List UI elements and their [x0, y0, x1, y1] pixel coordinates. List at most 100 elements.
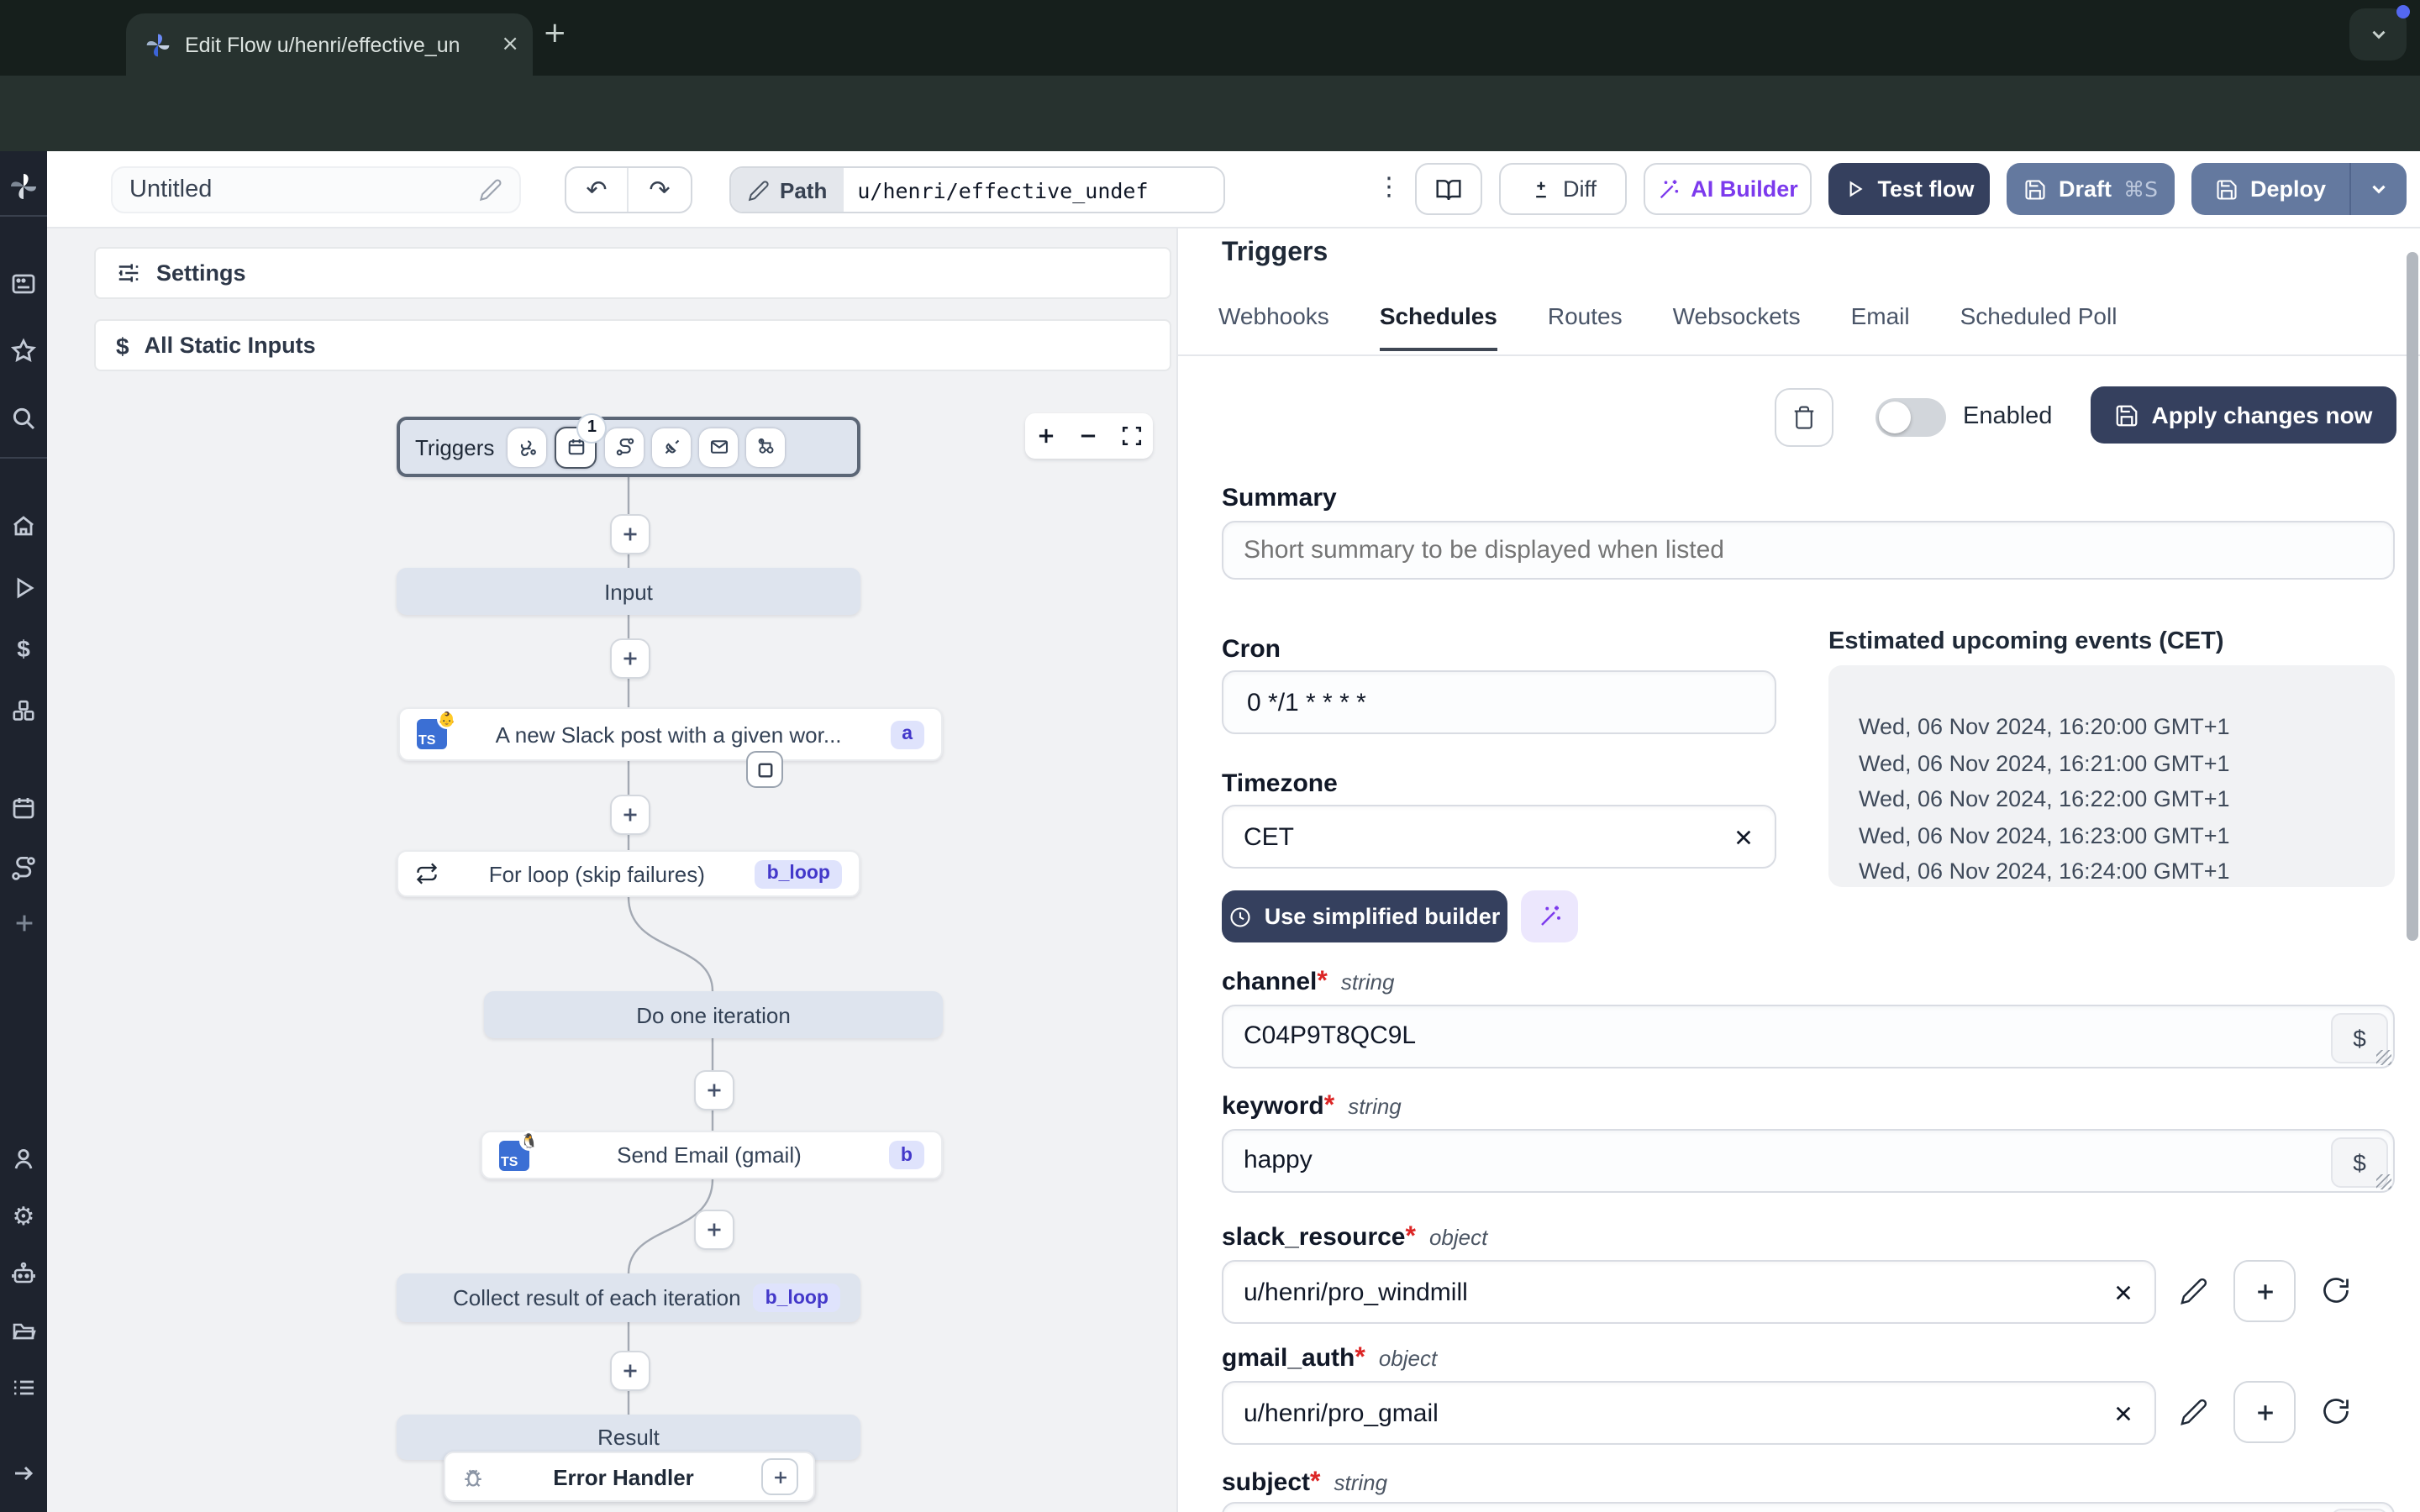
- ai-builder-button[interactable]: AI Builder: [1644, 163, 1812, 215]
- clear-x-icon[interactable]: [2112, 1281, 2134, 1303]
- docs-button[interactable]: [1415, 163, 1482, 215]
- email-step-node[interactable]: TS 🐧 Send Email (gmail) b: [481, 1130, 943, 1179]
- webhook-trigger-icon[interactable]: [508, 428, 547, 466]
- iteration-node[interactable]: Do one iteration: [484, 991, 943, 1038]
- refresh-resource-icon[interactable]: [2321, 1275, 2351, 1305]
- panel-scrollbar[interactable]: [2407, 252, 2418, 941]
- forloop-step-label: For loop (skip failures): [488, 861, 705, 886]
- redo-button[interactable]: ↷: [629, 168, 691, 212]
- diff-button[interactable]: Diff: [1499, 163, 1627, 215]
- edit-pencil-icon[interactable]: [479, 178, 502, 202]
- tab-email[interactable]: Email: [1851, 302, 1910, 351]
- gmail-auth-input[interactable]: u/henri/pro_gmail: [1222, 1381, 2156, 1445]
- sidebar-item-add[interactable]: [0, 902, 47, 942]
- sidebar-item-settings[interactable]: ⚙: [0, 1196, 47, 1236]
- sidebar-item-folders[interactable]: [0, 1310, 47, 1351]
- new-tab-button[interactable]: +: [543, 17, 567, 50]
- more-options-kebab-icon[interactable]: ⋮: [1376, 171, 1402, 202]
- collect-result-node[interactable]: Collect result of each iteration b_loop: [397, 1273, 860, 1322]
- zoom-in-icon[interactable]: [1035, 425, 1057, 447]
- error-handler-node[interactable]: Error Handler: [444, 1452, 815, 1502]
- slack-resource-input[interactable]: u/henri/pro_windmill: [1222, 1260, 2156, 1324]
- scheduled-poll-trigger-icon[interactable]: [746, 428, 786, 466]
- sidebar-item-resources[interactable]: [0, 690, 47, 731]
- add-step-button[interactable]: [694, 1210, 734, 1250]
- zoom-out-icon[interactable]: [1078, 425, 1100, 447]
- input-node[interactable]: Input: [397, 568, 860, 615]
- triggers-node[interactable]: Triggers 1: [397, 412, 860, 477]
- draft-button[interactable]: Draft ⌘S: [2007, 163, 2175, 215]
- clear-x-icon[interactable]: [1733, 826, 1754, 848]
- sidebar-item-search[interactable]: [0, 398, 47, 438]
- add-step-button[interactable]: [610, 638, 650, 679]
- add-step-button[interactable]: [610, 514, 650, 554]
- tab-routes[interactable]: Routes: [1548, 302, 1623, 351]
- add-step-button[interactable]: [694, 1070, 734, 1110]
- add-resource-button[interactable]: [2233, 1381, 2296, 1443]
- simplified-builder-button[interactable]: Use simplified builder: [1222, 890, 1507, 942]
- flow-canvas[interactable]: Settings $ All Static Inputs Triggers 1 …: [47, 228, 1176, 1512]
- keyword-input[interactable]: happy: [1222, 1129, 2395, 1193]
- resize-grip[interactable]: [2376, 1174, 2391, 1189]
- email-trigger-icon[interactable]: [699, 428, 739, 466]
- clear-x-icon[interactable]: [2112, 1402, 2134, 1424]
- add-step-button[interactable]: [610, 795, 650, 835]
- summary-input[interactable]: [1222, 521, 2395, 580]
- sidebar-item-users[interactable]: [0, 1139, 47, 1179]
- ai-cron-button[interactable]: [1521, 890, 1578, 942]
- apply-changes-button[interactable]: Apply changes now: [2091, 386, 2396, 444]
- sidebar-item-workers[interactable]: [0, 1253, 47, 1294]
- deploy-dropdown-button[interactable]: [2351, 163, 2407, 215]
- route-trigger-icon[interactable]: [605, 428, 644, 466]
- edit-resource-pencil-icon[interactable]: [2180, 1398, 2208, 1426]
- subject-input[interactable]: [1222, 1502, 2395, 1512]
- diff-label: Diff: [1562, 176, 1597, 202]
- resize-grip[interactable]: [2376, 1050, 2391, 1065]
- sidebar-item-home[interactable]: [0, 506, 47, 546]
- tab-webhooks[interactable]: Webhooks: [1218, 302, 1329, 351]
- tab-websockets[interactable]: Websockets: [1673, 302, 1801, 351]
- sidebar-expand-arrow-icon[interactable]: [0, 1453, 47, 1494]
- add-error-handler-button[interactable]: [761, 1458, 798, 1495]
- path-chip[interactable]: Path: [731, 168, 844, 212]
- fit-view-icon[interactable]: [1121, 425, 1143, 447]
- tab-scheduled-poll[interactable]: Scheduled Poll: [1960, 302, 2118, 351]
- sidebar-item-schedules[interactable]: [0, 788, 47, 828]
- forloop-step-node[interactable]: For loop (skip failures) b_loop: [397, 850, 860, 897]
- windmill-logo-icon[interactable]: [0, 166, 47, 207]
- websocket-trigger-icon[interactable]: [652, 428, 692, 466]
- add-step-button[interactable]: [610, 1351, 650, 1391]
- test-flow-button[interactable]: Test flow: [1828, 163, 1990, 215]
- slack-step-node[interactable]: TS 👶 A new Slack post with a given wor..…: [398, 707, 943, 761]
- tab-schedules[interactable]: Schedules: [1379, 302, 1497, 351]
- save-icon: [2025, 179, 2045, 199]
- sidebar-item-audit-logs[interactable]: [0, 1368, 47, 1408]
- slack-step-expand-button[interactable]: [746, 751, 783, 788]
- browser-tab[interactable]: Edit Flow u/henri/effective_un ×: [126, 13, 533, 76]
- deploy-button-group: Deploy: [2191, 163, 2407, 215]
- tab-close-icon[interactable]: ×: [501, 32, 519, 57]
- add-resource-button[interactable]: [2233, 1260, 2296, 1322]
- sidebar-item-variables[interactable]: $: [0, 628, 47, 669]
- flow-name-box[interactable]: Untitled: [111, 166, 521, 213]
- deploy-label: Deploy: [2249, 176, 2326, 202]
- cron-input[interactable]: [1222, 670, 1776, 734]
- undo-button[interactable]: ↶: [566, 168, 629, 212]
- step-id-badge: b_loop: [755, 859, 842, 888]
- sidebar-item-favorites[interactable]: [0, 331, 47, 371]
- refresh-resource-icon[interactable]: [2321, 1396, 2351, 1426]
- path-input[interactable]: [844, 168, 1223, 212]
- subject-insert-variable-button[interactable]: $: [2331, 1509, 2388, 1512]
- sidebar-item-workspace[interactable]: [0, 264, 47, 304]
- edit-resource-pencil-icon[interactable]: [2180, 1277, 2208, 1305]
- step-id-badge: b: [888, 1141, 924, 1169]
- sidebar-item-runs[interactable]: [0, 568, 47, 608]
- channel-input[interactable]: C04P9T8QC9L: [1222, 1005, 2395, 1068]
- deploy-button[interactable]: Deploy: [2191, 163, 2351, 215]
- enabled-toggle[interactable]: [1876, 398, 1946, 437]
- sidebar-item-routes[interactable]: [0, 848, 47, 889]
- timezone-input[interactable]: CET: [1222, 805, 1776, 869]
- delete-schedule-button[interactable]: [1775, 388, 1833, 447]
- error-handler-label: Error Handler: [553, 1464, 694, 1489]
- schedule-trigger-icon[interactable]: 1: [555, 412, 608, 468]
